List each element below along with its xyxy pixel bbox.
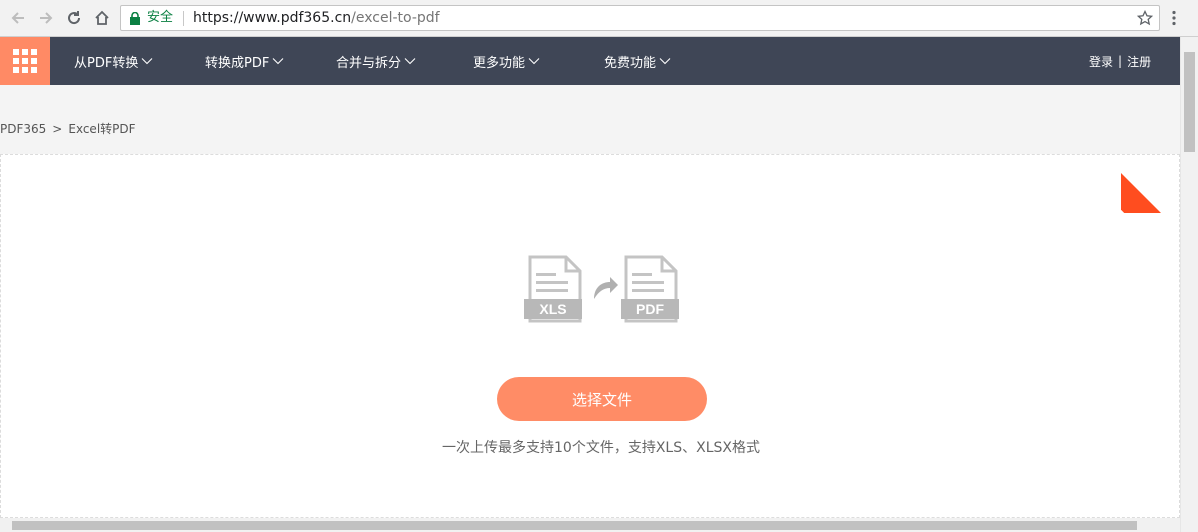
bookmark-star-icon[interactable] [1137, 10, 1153, 26]
apps-grid-button[interactable] [0, 37, 50, 85]
free-ribbon: 免费 [1121, 155, 1179, 213]
breadcrumb-current: Excel转PDF [68, 122, 136, 136]
source-format-label: XLS [539, 301, 566, 317]
chevron-down-icon [404, 58, 416, 65]
chevron-down-icon [659, 58, 671, 65]
nav-item-to-pdf[interactable]: 转换成PDF [205, 37, 284, 85]
forward-arrow-icon[interactable] [36, 8, 56, 28]
auth-separator: | [1118, 54, 1123, 68]
pdf-file-icon: PDF [621, 255, 679, 323]
breadcrumb-separator: > [52, 122, 63, 136]
secure-label: 安全 [147, 10, 174, 25]
nav-item-merge-split[interactable]: 合并与拆分 [336, 37, 416, 85]
nav-item-label: 合并与拆分 [336, 55, 402, 71]
vertical-scrollbar[interactable] [1180, 37, 1198, 532]
home-icon[interactable] [92, 8, 112, 28]
nav-item-label: 转换成PDF [205, 55, 270, 71]
nav-item-label: 免费功能 [604, 55, 657, 71]
vertical-scroll-thumb[interactable] [1184, 52, 1195, 152]
browser-menu-icon[interactable] [1170, 10, 1178, 26]
target-format-label: PDF [636, 301, 664, 317]
omnibox-divider [183, 11, 184, 26]
breadcrumb: PDF365 > Excel转PDF [0, 120, 136, 137]
url-text[interactable]: https://www.pdf365.cn/excel-to-pdf [193, 10, 440, 26]
login-link[interactable]: 登录 [1089, 53, 1113, 70]
nav-item-free-features[interactable]: 免费功能 [604, 37, 671, 85]
chevron-down-icon [141, 58, 153, 65]
xls-to-pdf-illustration: XLS PDF [524, 255, 679, 323]
back-arrow-icon[interactable] [8, 8, 28, 28]
nav-item-label: 更多功能 [473, 55, 526, 71]
horizontal-scroll-thumb[interactable] [12, 521, 1137, 530]
nav-item-label: 从PDF转换 [74, 55, 139, 71]
convert-arrow-icon [594, 277, 618, 299]
chevron-down-icon [272, 58, 284, 65]
grid-icon [13, 49, 37, 73]
browser-toolbar: 安全 https://www.pdf365.cn/excel-to-pdf [0, 0, 1198, 37]
url-path: /excel-to-pdf [351, 10, 440, 26]
upload-panel[interactable]: 免费 XLS PDF 选择文件 一次上传最多支持10个文件，支持XLS、XLSX… [0, 154, 1180, 518]
nav-item-more-features[interactable]: 更多功能 [473, 37, 540, 85]
ribbon-label: 免费 [1148, 156, 1179, 188]
breadcrumb-home[interactable]: PDF365 [0, 122, 46, 136]
choose-file-button[interactable]: 选择文件 [497, 377, 707, 421]
lock-icon [130, 12, 140, 25]
xls-file-icon: XLS [524, 255, 582, 323]
upload-hint: 一次上传最多支持10个文件，支持XLS、XLSX格式 [442, 440, 760, 456]
auth-links: 登录 | 注册 [1089, 37, 1151, 85]
address-bar[interactable]: 安全 https://www.pdf365.cn/excel-to-pdf [120, 5, 1160, 31]
url-host: https://www.pdf365.cn [193, 10, 352, 26]
horizontal-scrollbar[interactable] [0, 518, 1180, 532]
site-header: 从PDF转换 转换成PDF 合并与拆分 更多功能 免费功能 登录 | 注册 [0, 37, 1180, 85]
chevron-down-icon [528, 58, 540, 65]
nav-item-from-pdf[interactable]: 从PDF转换 [74, 37, 153, 85]
register-link[interactable]: 注册 [1127, 53, 1151, 70]
reload-icon[interactable] [64, 8, 84, 28]
